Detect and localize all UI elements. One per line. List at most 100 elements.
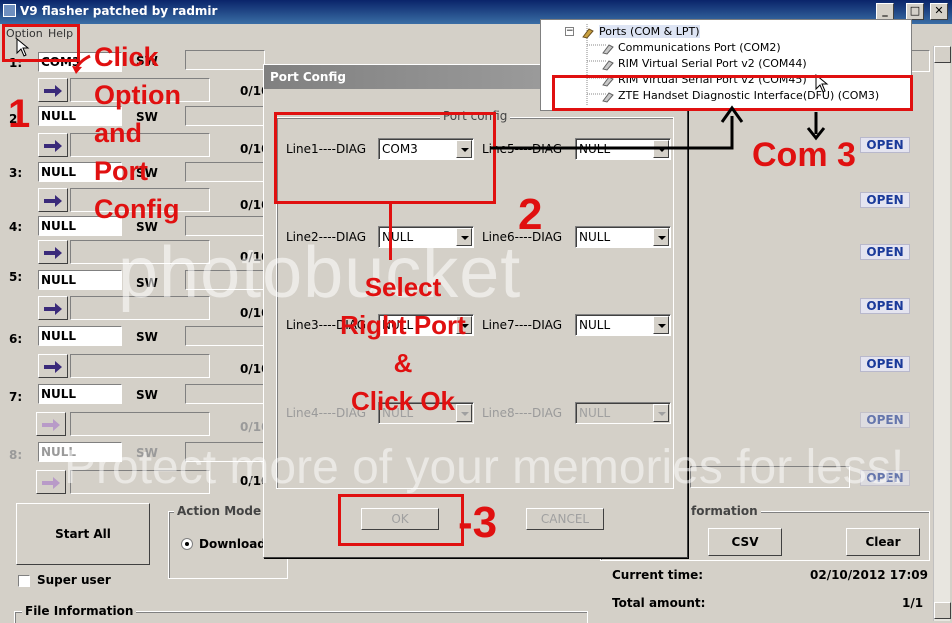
- arrow-right-icon: [44, 85, 62, 97]
- port-field: NULL: [38, 384, 122, 404]
- sw-label: SW: [136, 330, 158, 344]
- sw-field: [185, 162, 265, 182]
- line8-select[interactable]: NULL: [575, 402, 671, 424]
- sw-field: [185, 106, 265, 126]
- close-button[interactable]: ✕: [930, 3, 948, 20]
- total-amount-label: Total amount:: [612, 596, 706, 610]
- annotation-box-line1: [274, 112, 496, 204]
- current-time-label: Current time:: [612, 568, 704, 582]
- download-label: Download: [199, 537, 266, 551]
- window-title: V9 flasher patched by radmir: [20, 4, 218, 18]
- arrow-right-icon: [44, 247, 62, 259]
- open-button[interactable]: OPEN: [860, 244, 910, 260]
- annotation-line: Right Port: [340, 310, 466, 340]
- super-user-checkbox[interactable]: [18, 575, 30, 587]
- row-number: 3:: [9, 166, 23, 180]
- action-mode-label: Action Mode: [174, 504, 265, 518]
- annotation-step2-text: Select Right Port & Click Ok: [308, 268, 498, 420]
- row-number: 5:: [9, 270, 23, 284]
- line8-value: NULL: [579, 406, 611, 420]
- annotation-line: Select: [364, 272, 442, 302]
- port-icon: [602, 44, 614, 55]
- annotation-box-option: [2, 24, 80, 62]
- annotation-arrow-icon: [72, 54, 91, 74]
- annotation-line: Option: [94, 80, 181, 110]
- progress-field: [70, 412, 210, 436]
- open-button[interactable]: OPEN: [860, 412, 910, 428]
- sw-field: [185, 384, 265, 404]
- device-item[interactable]: RIM Virtual Serial Port v2 (COM44): [618, 57, 807, 70]
- start-row-button[interactable]: [38, 296, 68, 320]
- arrow-right-icon: [44, 140, 62, 152]
- arrow-right-icon: [44, 303, 62, 315]
- total-amount-value: 1/1: [902, 596, 924, 610]
- annotation-line: Click Ok: [350, 386, 456, 416]
- annotation-step1-number: 1: [8, 92, 31, 136]
- watermark-tagline: Protect more of your memories for less!: [64, 441, 905, 494]
- start-row-button[interactable]: [38, 78, 68, 102]
- device-item[interactable]: Communications Port (COM2): [618, 41, 781, 54]
- progress-field: [70, 354, 210, 378]
- cancel-button[interactable]: CANCEL: [526, 508, 604, 530]
- scroll-up-button[interactable]: [934, 46, 951, 63]
- chevron-down-icon[interactable]: [653, 404, 669, 422]
- start-row-button[interactable]: [38, 188, 68, 212]
- line6-value: NULL: [579, 230, 611, 244]
- vertical-scrollbar[interactable]: [933, 46, 951, 621]
- arrow-right-icon: [44, 361, 62, 373]
- file-information-label: File Information: [22, 604, 137, 618]
- chevron-down-icon[interactable]: [653, 316, 669, 334]
- annotation-line: &: [393, 348, 413, 378]
- annotation-line: Click: [94, 42, 159, 72]
- ports-category[interactable]: Ports (COM & LPT): [599, 25, 700, 38]
- row-number: 4:: [9, 220, 23, 234]
- port-icon: [582, 28, 594, 39]
- annotation-connector: [389, 204, 392, 260]
- row-number: 6:: [9, 332, 23, 346]
- information-label: formation: [688, 504, 761, 518]
- arrow-right-icon: [42, 477, 60, 489]
- current-time-value: 02/10/2012 17:09: [810, 568, 928, 582]
- mouse-cursor-icon: [16, 38, 30, 57]
- port-icon: [602, 60, 614, 71]
- arrow-right-icon: [44, 195, 62, 207]
- arrow-right-icon: [42, 419, 60, 431]
- chevron-down-icon[interactable]: [653, 228, 669, 246]
- download-radio[interactable]: [181, 538, 193, 550]
- annotation-line: and: [94, 118, 143, 148]
- start-row-button[interactable]: [38, 240, 68, 264]
- line7-select[interactable]: NULL: [575, 314, 671, 336]
- start-row-button[interactable]: [38, 133, 68, 157]
- annotation-step1-text: Click Option and Port Config: [94, 38, 181, 228]
- start-row-button[interactable]: [36, 470, 66, 494]
- csv-button[interactable]: CSV: [708, 528, 782, 556]
- collapse-icon[interactable]: −: [565, 27, 574, 36]
- open-button[interactable]: OPEN: [860, 192, 910, 208]
- annotation-arrows: [490, 105, 826, 150]
- sw-label: SW: [136, 388, 158, 402]
- port-field: NULL: [38, 326, 122, 346]
- open-button[interactable]: OPEN: [860, 137, 910, 153]
- start-row-button[interactable]: [38, 354, 68, 378]
- start-all-button[interactable]: Start All: [16, 503, 150, 565]
- scroll-down-button[interactable]: [934, 602, 951, 619]
- line6-select[interactable]: NULL: [575, 226, 671, 248]
- open-button[interactable]: OPEN: [860, 356, 910, 372]
- clear-button[interactable]: Clear: [846, 528, 920, 556]
- port-field: NULL: [38, 270, 122, 290]
- annotation-step2-number: 2: [518, 190, 543, 239]
- sw-field: [185, 50, 265, 70]
- annotation-box-ok: [338, 494, 464, 546]
- minimize-button[interactable]: _: [876, 3, 894, 20]
- line7-value: NULL: [579, 318, 611, 332]
- annotation-step3: -3: [458, 498, 498, 547]
- annotation-line: Config: [94, 194, 180, 224]
- row-number: 7:: [9, 390, 23, 404]
- app-icon: [3, 4, 16, 17]
- maximize-button[interactable]: □: [906, 3, 924, 20]
- row-number: 8:: [9, 448, 23, 462]
- annotation-line: Port: [94, 156, 148, 186]
- super-user-label: Super user: [37, 573, 111, 587]
- open-button[interactable]: OPEN: [860, 298, 910, 314]
- start-row-button[interactable]: [36, 412, 66, 436]
